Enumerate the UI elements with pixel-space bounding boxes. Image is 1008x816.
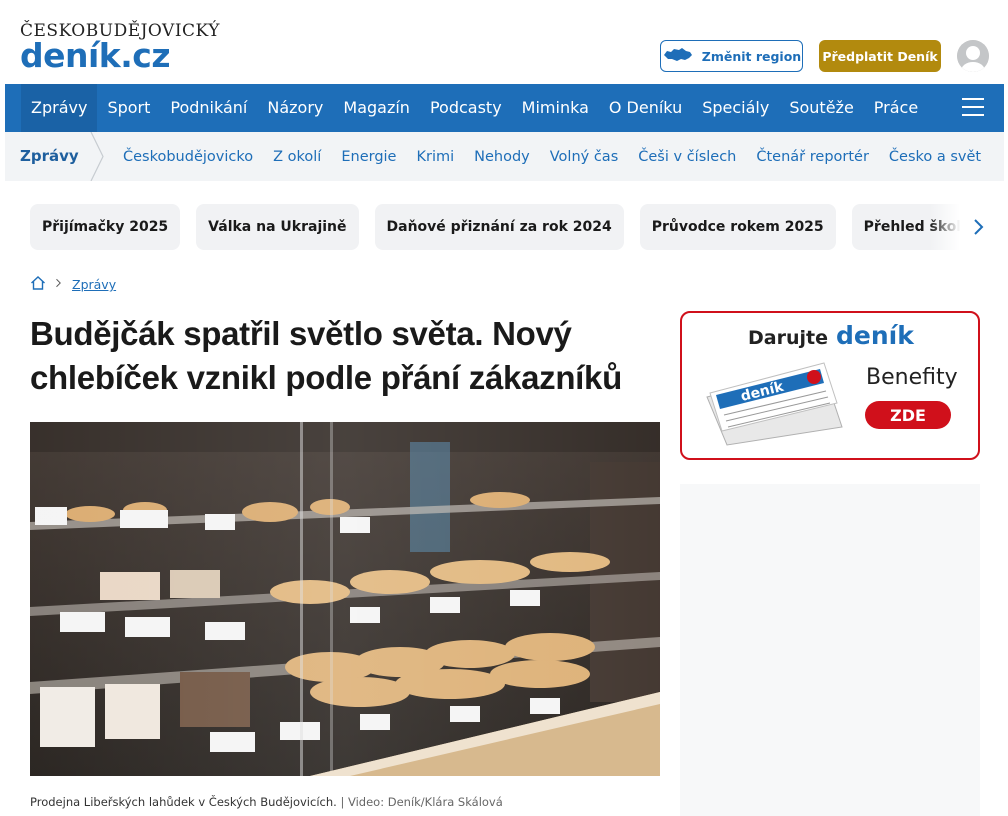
ad-headline-text: Darujte	[748, 327, 828, 349]
caption-text: Prodejna Libeřských lahůdek v Českých Bu…	[30, 795, 337, 809]
topic-pill[interactable]: Daňové přiznání za rok 2024	[374, 204, 624, 250]
nav-item-zpravy[interactable]: Zprávy	[21, 84, 98, 132]
chevron-right-icon	[90, 132, 104, 181]
site-logo[interactable]: ČESKOBUDĚJOVICKÝ deník.cz	[20, 22, 220, 72]
subnav-link-ceskobudejovicko[interactable]: Českobudějovicko	[113, 149, 263, 165]
logo-wordmark: deník.cz	[20, 36, 171, 75]
ad-benefity-text: Benefity	[866, 365, 958, 390]
nav-item-podnikani[interactable]: Podnikání	[160, 84, 257, 132]
breadcrumb: Zprávy	[30, 275, 116, 294]
topic-pill[interactable]: Průvodce rokem 2025	[639, 204, 836, 250]
pills-scroll-right-button[interactable]	[930, 204, 985, 250]
change-region-button[interactable]: Změnit region	[660, 40, 803, 72]
newspaper-icon: deník	[706, 362, 843, 446]
subscribe-button[interactable]: Předplatit Deník	[819, 40, 941, 72]
topic-pills: Přijímačky 2025 Válka na Ukrajině Daňové…	[30, 204, 985, 250]
ad-headline: Darujte deník	[748, 321, 914, 350]
hamburger-menu-icon[interactable]	[962, 98, 984, 118]
subnav-link-nehody[interactable]: Nehody	[464, 149, 540, 165]
topic-pill[interactable]: Válka na Ukrajině	[196, 204, 359, 250]
home-icon[interactable]	[30, 275, 46, 294]
breadcrumb-link-zpravy[interactable]: Zprávy	[72, 277, 116, 292]
ad-cta-button[interactable]: ZDE	[865, 401, 951, 429]
article-hero-image[interactable]	[30, 422, 660, 776]
nav-item-podcasty[interactable]: Podcasty	[420, 84, 512, 132]
nav-item-miminka[interactable]: Miminka	[512, 84, 599, 132]
nav-item-magazin[interactable]: Magazín	[333, 84, 420, 132]
topic-pill[interactable]: Přijímačky 2025	[30, 204, 181, 250]
chevron-right-icon	[54, 277, 64, 292]
nav-item-sport[interactable]: Sport	[97, 84, 160, 132]
nav-item-souteze[interactable]: Soutěže	[779, 84, 863, 132]
subnav-section-label: Zprávy	[20, 147, 79, 165]
main-nav: Zprávy Sport Podnikání Názory Magazín Po…	[5, 84, 1004, 132]
change-region-label: Změnit region	[701, 48, 802, 64]
subnav-link-volny-cas[interactable]: Volný čas	[540, 149, 629, 165]
section-subnav: Zprávy Českobudějovicko Z okolí Energie …	[5, 132, 1004, 181]
subnav-link-energie[interactable]: Energie	[331, 149, 406, 165]
chevron-right-icon	[974, 219, 984, 235]
nav-item-o-deniku[interactable]: O Deníku	[599, 84, 692, 132]
nav-item-prace[interactable]: Práce	[864, 84, 928, 132]
subnav-link-z-okoli[interactable]: Z okolí	[263, 149, 331, 165]
site-header: ČESKOBUDĚJOVICKÝ deník.cz Změnit region …	[0, 0, 1008, 84]
ad-placeholder	[680, 484, 980, 816]
subnav-link-krimi[interactable]: Krimi	[406, 149, 464, 165]
article-title: Budějčák spatřil světlo světa. Nový chle…	[30, 315, 622, 396]
subnav-link-cesi-v-cislech[interactable]: Češi v číslech	[628, 149, 746, 165]
ad-headline-brand: deník	[835, 321, 914, 350]
caption-credit: | Video: Deník/Klára Skálová	[340, 795, 503, 809]
nav-item-nazory[interactable]: Názory	[257, 84, 333, 132]
subnav-link-cesko-a-svet[interactable]: Česko a svět	[879, 149, 991, 165]
user-avatar-icon[interactable]	[957, 40, 989, 72]
subnav-link-ctenar-reporter[interactable]: Čtenář reportér	[746, 149, 879, 165]
czech-map-icon	[662, 46, 694, 67]
image-caption: Prodejna Libeřských lahůdek v Českých Bu…	[30, 795, 503, 809]
nav-item-specialy[interactable]: Speciály	[692, 84, 779, 132]
subnav-section-title[interactable]: Zprávy	[5, 132, 104, 181]
ad-banner-benefity[interactable]: Darujte deník deník Benefity ZDE	[680, 311, 980, 460]
